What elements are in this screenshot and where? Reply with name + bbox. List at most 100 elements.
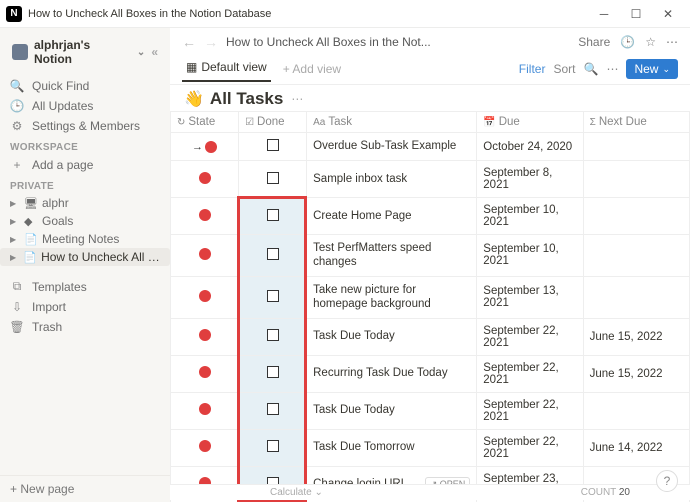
task-cell[interactable]: Create Home Page bbox=[307, 198, 477, 235]
new-page[interactable]: + New page bbox=[0, 475, 170, 502]
state-cell[interactable] bbox=[171, 133, 239, 161]
database-title[interactable]: All Tasks bbox=[210, 89, 283, 109]
done-cell[interactable] bbox=[239, 392, 307, 429]
window-minimize[interactable]: ─ bbox=[588, 2, 620, 26]
task-cell[interactable]: Task Due Today bbox=[307, 318, 477, 355]
due-cell[interactable]: September 8, 2021 bbox=[477, 161, 583, 198]
next-due-cell[interactable]: June 15, 2022 bbox=[583, 355, 689, 392]
checkbox[interactable] bbox=[267, 139, 279, 151]
state-cell[interactable] bbox=[171, 318, 239, 355]
table-row[interactable]: Overdue Sub-Task ExampleOctober 24, 2020 bbox=[171, 133, 690, 161]
window-close[interactable]: ✕ bbox=[652, 2, 684, 26]
next-due-cell[interactable] bbox=[583, 198, 689, 235]
due-cell[interactable]: September 22, 2021 bbox=[477, 318, 583, 355]
collapse-sidebar-icon[interactable]: « bbox=[151, 45, 158, 59]
next-due-cell[interactable] bbox=[583, 133, 689, 161]
task-cell[interactable]: Overdue Sub-Task Example bbox=[307, 133, 477, 161]
table-row[interactable]: Recurring Task Due TodaySeptember 22, 20… bbox=[171, 355, 690, 392]
due-cell[interactable]: September 22, 2021 bbox=[477, 392, 583, 429]
done-cell[interactable] bbox=[239, 355, 307, 392]
due-cell[interactable]: September 13, 2021 bbox=[477, 276, 583, 318]
caret-right-icon[interactable]: ▶ bbox=[10, 199, 20, 208]
quick-find[interactable]: 🔍 Quick Find bbox=[0, 76, 170, 96]
table-row[interactable]: Task Due TodaySeptember 22, 2021June 15,… bbox=[171, 318, 690, 355]
view-tab-default[interactable]: ▦ Default view bbox=[182, 56, 271, 82]
calculate-menu[interactable]: Calculate ⌄ bbox=[270, 487, 323, 498]
filter-button[interactable]: Filter bbox=[519, 62, 546, 76]
database-menu-icon[interactable]: ⋯ bbox=[291, 92, 303, 106]
done-cell[interactable] bbox=[239, 133, 307, 161]
state-cell[interactable] bbox=[171, 235, 239, 277]
sidebar-page-goals[interactable]: ▶ ◆ Goals bbox=[0, 212, 170, 230]
col-next-due[interactable]: ΣNext Due bbox=[583, 112, 689, 133]
due-cell[interactable]: September 10, 2021 bbox=[477, 198, 583, 235]
table-row[interactable]: Sample inbox taskSeptember 8, 2021 bbox=[171, 161, 690, 198]
task-cell[interactable]: Task Due Today bbox=[307, 392, 477, 429]
next-due-cell[interactable] bbox=[583, 235, 689, 277]
search-icon[interactable]: 🔍 bbox=[583, 62, 598, 76]
checkbox[interactable] bbox=[267, 366, 279, 378]
task-cell[interactable]: Task Due Tomorrow bbox=[307, 429, 477, 466]
help-button[interactable]: ? bbox=[656, 470, 678, 492]
task-cell[interactable]: Test PerfMatters speed changes bbox=[307, 235, 477, 277]
sidebar-page-alphr[interactable]: ▶ 🖥 alphr bbox=[0, 194, 170, 212]
workspace-switcher[interactable]: alphrjan's Notion ⌄ « bbox=[10, 34, 160, 70]
table-row[interactable]: Task Due TodaySeptember 22, 2021 bbox=[171, 392, 690, 429]
col-due[interactable]: 📅Due bbox=[477, 112, 583, 133]
done-cell[interactable] bbox=[239, 276, 307, 318]
more-icon[interactable]: ⋯ bbox=[666, 35, 678, 49]
share-button[interactable]: Share bbox=[578, 35, 610, 49]
state-cell[interactable] bbox=[171, 392, 239, 429]
done-cell[interactable] bbox=[239, 318, 307, 355]
table-row[interactable]: Test PerfMatters speed changesSeptember … bbox=[171, 235, 690, 277]
checkbox[interactable] bbox=[267, 403, 279, 415]
done-cell[interactable] bbox=[239, 198, 307, 235]
nav-forward-icon[interactable]: → bbox=[204, 34, 218, 50]
state-cell[interactable] bbox=[171, 276, 239, 318]
task-cell[interactable]: Recurring Task Due Today bbox=[307, 355, 477, 392]
next-due-cell[interactable] bbox=[583, 392, 689, 429]
state-cell[interactable] bbox=[171, 161, 239, 198]
due-cell[interactable]: September 22, 2021 bbox=[477, 355, 583, 392]
col-done[interactable]: ☑Done bbox=[239, 112, 307, 133]
next-due-cell[interactable]: June 15, 2022 bbox=[583, 318, 689, 355]
done-cell[interactable] bbox=[239, 161, 307, 198]
task-cell[interactable]: Sample inbox task bbox=[307, 161, 477, 198]
due-cell[interactable]: October 24, 2020 bbox=[477, 133, 583, 161]
add-a-page[interactable]: + Add a page bbox=[0, 155, 170, 175]
checkbox[interactable] bbox=[267, 329, 279, 341]
nav-back-icon[interactable]: ← bbox=[182, 34, 196, 50]
due-cell[interactable]: September 10, 2021 bbox=[477, 235, 583, 277]
checkbox[interactable] bbox=[267, 209, 279, 221]
new-button[interactable]: New ⌄ bbox=[626, 59, 678, 79]
templates[interactable]: ⧉ Templates bbox=[0, 276, 170, 297]
checkbox[interactable] bbox=[267, 290, 279, 302]
done-cell[interactable] bbox=[239, 429, 307, 466]
sort-button[interactable]: Sort bbox=[553, 62, 575, 76]
table-row[interactable]: Take new picture for homepage background… bbox=[171, 276, 690, 318]
due-cell[interactable]: September 22, 2021 bbox=[477, 429, 583, 466]
next-due-cell[interactable]: June 14, 2022 bbox=[583, 429, 689, 466]
task-cell[interactable]: Take new picture for homepage background bbox=[307, 276, 477, 318]
more-icon[interactable]: ⋯ bbox=[606, 62, 618, 76]
next-due-cell[interactable] bbox=[583, 276, 689, 318]
window-maximize[interactable]: ☐ bbox=[620, 2, 652, 26]
done-cell[interactable] bbox=[239, 235, 307, 277]
table-row[interactable]: Task Due TomorrowSeptember 22, 2021June … bbox=[171, 429, 690, 466]
state-cell[interactable] bbox=[171, 198, 239, 235]
trash[interactable]: 🗑 Trash bbox=[0, 317, 170, 337]
settings-members[interactable]: ⚙ Settings & Members bbox=[0, 116, 170, 136]
sidebar-page-meeting-notes[interactable]: ▶ 📄 Meeting Notes bbox=[0, 230, 170, 248]
sidebar-page-current[interactable]: ▶ 📄 How to Uncheck All Bo... bbox=[0, 248, 170, 266]
caret-right-icon[interactable]: ▶ bbox=[10, 253, 19, 262]
checkbox[interactable] bbox=[267, 440, 279, 452]
next-due-cell[interactable] bbox=[583, 161, 689, 198]
database-emoji[interactable]: 👋 bbox=[184, 89, 204, 109]
caret-right-icon[interactable]: ▶ bbox=[10, 217, 20, 226]
col-task[interactable]: AaTask bbox=[307, 112, 477, 133]
import[interactable]: ⇩ Import bbox=[0, 297, 170, 317]
table-row[interactable]: Create Home PageSeptember 10, 2021 bbox=[171, 198, 690, 235]
checkbox[interactable] bbox=[267, 248, 279, 260]
updates-icon[interactable]: 🕒 bbox=[620, 35, 635, 49]
state-cell[interactable] bbox=[171, 355, 239, 392]
